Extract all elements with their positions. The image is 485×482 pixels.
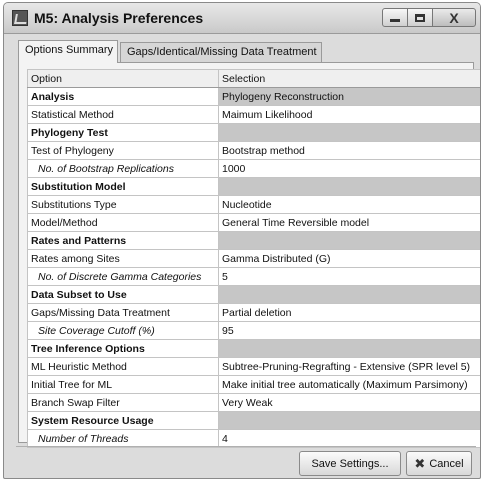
selection-cell[interactable]: 5	[218, 267, 480, 286]
analysis-preferences-window: M5: Analysis Preferences X Options Summa…	[3, 2, 481, 479]
selection-cell[interactable]: 95	[218, 321, 480, 340]
table-group-row[interactable]: Substitution Model	[27, 177, 480, 196]
tab-gaps-identical-missing[interactable]: Gaps/Identical/Missing Data Treatment	[120, 42, 322, 62]
selection-cell[interactable]	[218, 123, 480, 142]
option-cell: ML Heuristic Method	[27, 357, 219, 376]
close-icon: X	[449, 9, 459, 26]
option-cell: System Resource Usage	[27, 411, 219, 430]
maximize-button[interactable]	[407, 8, 433, 27]
column-header-selection: Selection	[218, 69, 480, 88]
save-settings-label: Save Settings...	[311, 457, 389, 470]
option-cell: Number of Threads	[27, 429, 219, 448]
table-row[interactable]: Site Coverage Cutoff (%) 95	[27, 321, 480, 340]
table-group-row[interactable]: Rates and Patterns	[27, 231, 480, 250]
dialog-footer: Save Settings... ✖ Cancel	[16, 446, 476, 476]
table-group-row[interactable]: Data Subset to Use	[27, 285, 480, 304]
mega-app-icon	[12, 10, 28, 26]
option-cell: Initial Tree for ML	[27, 375, 219, 394]
selection-cell[interactable]	[218, 411, 480, 430]
selection-cell[interactable]	[218, 339, 480, 358]
option-cell: Analysis	[27, 87, 219, 106]
minimize-icon	[390, 19, 400, 22]
option-cell: Substitution Model	[27, 177, 219, 196]
selection-cell[interactable]: 4	[218, 429, 480, 448]
column-header-option: Option	[27, 69, 219, 88]
close-button[interactable]: X	[432, 8, 476, 27]
table-group-row[interactable]: Analysis Phylogeny Reconstruction	[27, 87, 480, 106]
table-row[interactable]: ML Heuristic Method Subtree-Pruning-Regra…	[27, 357, 480, 376]
option-cell: Model/Method	[27, 213, 219, 232]
option-cell: Rates and Patterns	[27, 231, 219, 250]
option-cell: Data Subset to Use	[27, 285, 219, 304]
option-cell: Tree Inference Options	[27, 339, 219, 358]
selection-cell[interactable]: Maimum Likelihood	[218, 105, 480, 124]
selection-cell[interactable]	[218, 285, 480, 304]
option-cell: Test of Phylogeny	[27, 141, 219, 160]
option-cell: Site Coverage Cutoff (%)	[27, 321, 219, 340]
table-row[interactable]: Initial Tree for ML Make initial tree aut…	[27, 375, 480, 394]
selection-cell[interactable]: 1000	[218, 159, 480, 178]
window-title: M5: Analysis Preferences	[34, 10, 204, 26]
selection-cell[interactable]: Nucleotide	[218, 195, 480, 214]
cancel-button[interactable]: ✖ Cancel	[406, 451, 472, 476]
selection-cell[interactable]	[218, 177, 480, 196]
cancel-x-icon: ✖	[414, 455, 426, 471]
table-row[interactable]: No. of Discrete Gamma Categories 5	[27, 267, 480, 286]
table-group-row[interactable]: Tree Inference Options	[27, 339, 480, 358]
table-row[interactable]: Test of Phylogeny Bootstrap method	[27, 141, 480, 160]
table-row[interactable]: No. of Bootstrap Replications 1000	[27, 159, 480, 178]
option-cell: No. of Bootstrap Replications	[27, 159, 219, 178]
option-cell: Rates among Sites	[27, 249, 219, 268]
option-cell: Branch Swap Filter	[27, 393, 219, 412]
table-row[interactable]: Substitutions Type Nucleotide	[27, 195, 480, 214]
maximize-icon	[415, 13, 425, 22]
table-row[interactable]: Rates among Sites Gamma Distributed (G)	[27, 249, 480, 268]
table-row[interactable]: Gaps/Missing Data Treatment Partial delet…	[27, 303, 480, 322]
option-cell: No. of Discrete Gamma Categories	[27, 267, 219, 286]
table-group-row[interactable]: Phylogeny Test	[27, 123, 480, 142]
selection-cell[interactable]: Very Weak	[218, 393, 480, 412]
table-header-row: Option Selection	[27, 69, 480, 88]
table-row[interactable]: Model/Method General Time Reversible mode…	[27, 213, 480, 232]
options-summary-panel: Option Selection Analysis Phylogeny Recon…	[18, 62, 480, 448]
table-row[interactable]: Number of Threads 4	[27, 429, 480, 448]
selection-cell[interactable]: Gamma Distributed (G)	[218, 249, 480, 268]
options-table: Option Selection Analysis Phylogeny Recon…	[27, 69, 480, 448]
option-cell: Phylogeny Test	[27, 123, 219, 142]
cancel-label: Cancel	[429, 457, 464, 470]
minimize-button[interactable]	[382, 8, 408, 27]
selection-cell[interactable]: Make initial tree automatically (Maximum…	[218, 375, 480, 394]
table-row[interactable]: Branch Swap Filter Very Weak	[27, 393, 480, 412]
tab-options-summary[interactable]: Options Summary	[18, 40, 118, 63]
table-row[interactable]: Statistical Method Maimum Likelihood	[27, 105, 480, 124]
save-settings-button[interactable]: Save Settings...	[299, 451, 401, 476]
option-cell: Statistical Method	[27, 105, 219, 124]
selection-cell[interactable]: Partial deletion	[218, 303, 480, 322]
option-cell: Substitutions Type	[27, 195, 219, 214]
title-bar[interactable]: M5: Analysis Preferences X	[4, 3, 480, 34]
selection-cell[interactable]	[218, 231, 480, 250]
table-group-row[interactable]: System Resource Usage	[27, 411, 480, 430]
option-cell: Gaps/Missing Data Treatment	[27, 303, 219, 322]
selection-cell[interactable]: Bootstrap method	[218, 141, 480, 160]
selection-cell[interactable]: General Time Reversible model	[218, 213, 480, 232]
selection-cell[interactable]: Subtree-Pruning-Regrafting - Extensive (…	[218, 357, 480, 376]
selection-cell[interactable]: Phylogeny Reconstruction	[218, 87, 480, 106]
